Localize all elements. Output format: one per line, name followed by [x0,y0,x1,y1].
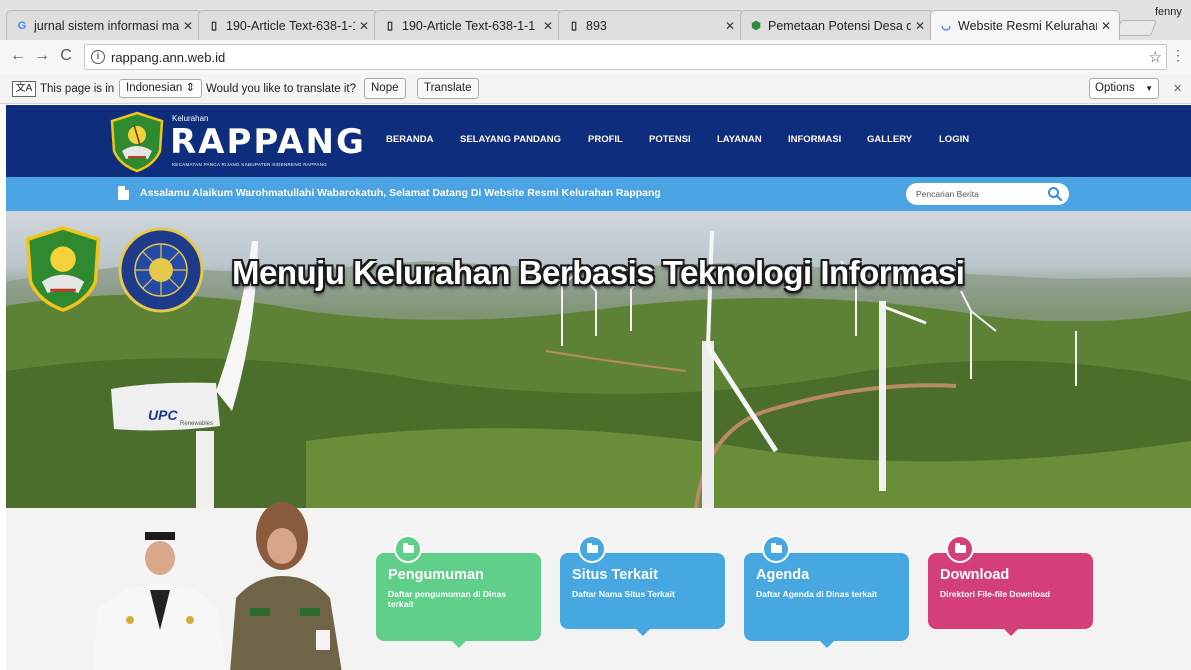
news-search-input[interactable] [916,186,1036,202]
document-icon: ▯ [210,20,218,32]
translate-bar: 文A This page is in Indonesian ⇕ Would yo… [0,74,1191,104]
browser-tab[interactable]: ⬢ Pemetaan Potensi Desa di ✕ [740,10,934,40]
nav-item-beranda[interactable]: BERANDA [386,134,434,145]
close-translate-icon[interactable]: ✕ [1173,82,1182,95]
university-seal-emblem [118,227,204,313]
officials-photo [92,502,342,670]
close-icon[interactable]: ✕ [1101,19,1111,33]
nav-item-gallery[interactable]: GALLERY [867,134,912,145]
welcome-bar: Assalamu Alaikum Warohmatullahi Wabaroka… [6,177,1191,211]
chevron-down-icon: ▼ [1145,84,1153,93]
card-pointer [819,641,834,648]
close-icon[interactable]: ✕ [543,19,553,33]
card-situs-terkait[interactable]: Situs Terkait Daftar Nama Situs Terkait [560,535,725,636]
browser-tab[interactable]: ▯ 893 ✕ [558,10,744,40]
card-pointer [1003,629,1018,636]
forward-icon[interactable]: → [32,46,52,66]
site-header: Kelurahan RAPPANG KECAMATAN PANCA RIJANG… [6,105,1191,177]
folder-icon [578,535,606,563]
nav-item-informasi[interactable]: INFORMASI [788,134,841,145]
kelurahan-shield-emblem [25,226,101,312]
search-icon[interactable] [1047,186,1063,202]
browser-tab-active[interactable]: ◡ Website Resmi Kelurahan R ✕ [930,10,1120,40]
kelurahan-shield-logo[interactable] [108,111,166,173]
close-icon[interactable]: ✕ [359,19,369,33]
new-tab-button[interactable] [1115,20,1157,36]
nav-item-profil[interactable]: PROFIL [588,134,623,145]
card-agenda[interactable]: Agenda Daftar Agenda di Dinas terkait [744,535,909,648]
brand-subtitle: KECAMATAN PANCA RIJANG KABUPATEN SIDENRE… [172,162,328,167]
close-icon[interactable]: ✕ [915,19,925,33]
card-title: Download [940,567,1010,583]
folder-icon [946,535,974,563]
card-description: Direktori File-file Download [940,589,1051,599]
language-select[interactable]: Indonesian ⇕ [119,79,203,98]
upc-brand-text: UPC [148,407,178,423]
browser-tab[interactable]: ▯ 190-Article Text-638-1-1 ✕ [374,10,562,40]
profile-name[interactable]: fenny [1155,6,1182,18]
browser-menu-icon[interactable]: ⋮ [1171,47,1185,64]
nav-item-potensi[interactable]: POTENSI [649,134,691,145]
reload-icon[interactable]: C [56,46,76,66]
browser-tab[interactable]: ▯ 190-Article Text-638-1-1 ✕ [198,10,378,40]
browser-toolbar: ← → C i rappang.ann.web.id ☆ [0,40,1191,74]
browser-tab-strip: G jurnal sistem informasi ma ✕ ▯ 190-Art… [0,0,1191,40]
card-description: Daftar pengumuman di Dinas terkait [388,589,507,609]
close-icon[interactable]: ✕ [183,19,193,33]
address-bar[interactable]: i rappang.ann.web.id ☆ [84,44,1167,70]
brand-name[interactable]: RAPPANG [170,122,366,162]
document-icon: ▯ [386,20,394,32]
site-logo-icon: ⬢ [751,20,761,32]
translate-prefix: This page is in [40,83,115,95]
loading-icon: ◡ [941,20,951,32]
close-icon[interactable]: ✕ [725,19,735,33]
card-title: Pengumuman [388,567,484,583]
nope-button[interactable]: Nope [364,78,406,99]
folder-icon [394,535,422,563]
back-icon[interactable]: ← [8,46,28,66]
info-cards-section: Pengumuman Daftar pengumuman di Dinas te… [6,502,1191,670]
card-title: Situs Terkait [572,567,658,583]
card-download[interactable]: Download Direktori File-file Download [928,535,1093,636]
translate-icon: 文A [12,81,36,97]
folder-icon [762,535,790,563]
card-pointer [635,629,650,636]
nav-item-layanan[interactable]: LAYANAN [717,134,762,145]
translate-question: Would you like to translate it? [206,83,357,95]
welcome-marquee-text: Assalamu Alaikum Warohmatullahi Wabaroka… [140,187,661,199]
card-pengumuman[interactable]: Pengumuman Daftar pengumuman di Dinas te… [376,535,541,648]
nav-item-login[interactable]: LOGIN [939,134,969,145]
nav-item-selayang-pandang[interactable]: SELAYANG PANDANG [460,134,561,145]
options-select[interactable]: Options ▼ [1089,78,1159,99]
hero-title: Menuju Kelurahan Berbasis Teknologi Info… [232,254,965,291]
card-description: Daftar Nama Situs Terkait [572,589,675,599]
bookmark-star-icon[interactable]: ☆ [1149,48,1162,66]
news-search-box [906,183,1069,205]
url-text[interactable]: rappang.ann.web.id [111,50,225,65]
translate-button[interactable]: Translate [417,78,479,99]
card-title: Agenda [756,567,810,583]
card-description: Daftar Agenda di Dinas terkait [756,589,878,599]
browser-tab[interactable]: G jurnal sistem informasi ma ✕ [6,10,202,40]
info-icon[interactable]: i [91,50,105,64]
card-pointer [451,641,466,648]
google-icon: G [17,19,27,32]
document-icon: ▯ [570,20,578,32]
upc-sub-text: Renewables [180,421,214,427]
select-arrows-icon: ⇕ [185,82,196,94]
document-icon [118,186,129,200]
